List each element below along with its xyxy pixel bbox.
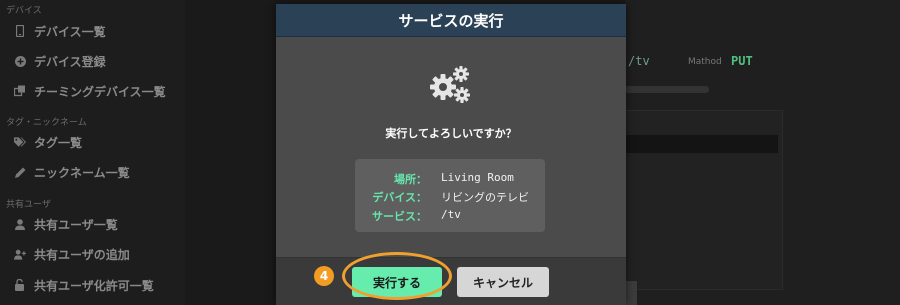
sidebar-item-label: ニックネーム一覧: [34, 165, 130, 180]
info-label: サービス：: [372, 210, 427, 223]
info-value: Living Room: [441, 171, 514, 184]
modal-header: サービスの実行: [276, 4, 626, 37]
cancel-button[interactable]: キャンセル: [457, 267, 549, 297]
gears-icon: [430, 64, 472, 104]
sidebar-item-nickname-list[interactable]: ニックネーム一覧: [14, 161, 130, 183]
sidebar-item-label: デバイス登録: [34, 54, 106, 69]
info-row-device: デバイス： リビングのテレビ: [355, 189, 545, 207]
sidebar-item-label: デバイス一覧: [34, 24, 106, 39]
section-title-shared: 共有ユーザ: [6, 200, 51, 210]
background-service-path: /tv: [628, 54, 650, 68]
copy-icon: [14, 85, 26, 97]
info-label: デバイス：: [372, 191, 427, 204]
sidebar-item-device-register[interactable]: デバイス登録: [14, 50, 106, 72]
user-plus-icon: [14, 248, 26, 260]
sidebar: デバイス デバイス一覧 デバイス登録 チーミングデバイス一覧 タグ・ニックネーム…: [0, 0, 185, 305]
highlight-ring: [342, 252, 452, 300]
section-title-tag: タグ・ニックネーム: [6, 118, 87, 128]
confirm-question: 実行してよろしいですか？: [385, 127, 517, 140]
sidebar-item-label: 共有ユーザ一覧: [34, 217, 118, 232]
info-row-service: サービス： /tv: [355, 208, 545, 226]
mobile-icon: [14, 25, 26, 37]
tags-icon: [14, 136, 26, 148]
sidebar-item-label: 共有ユーザ化許可一覧: [34, 278, 154, 293]
pencil-icon: [14, 166, 26, 178]
background-scrollbar: [625, 86, 709, 93]
sidebar-item-shared-user-list[interactable]: 共有ユーザ一覧: [14, 213, 118, 235]
sidebar-item-tag-list[interactable]: タグ一覧: [14, 131, 82, 153]
background-method: PUT: [731, 54, 753, 68]
user-icon: [14, 218, 26, 230]
section-title-device: デバイス: [6, 6, 42, 16]
sidebar-item-shared-user-add[interactable]: 共有ユーザの追加: [14, 243, 130, 265]
info-value: /tv: [441, 208, 461, 221]
background-method-label: Mathod: [688, 57, 722, 67]
modal-title: サービスの実行: [398, 11, 504, 30]
background-box-row: [625, 135, 778, 153]
sidebar-item-label: チーミングデバイス一覧: [34, 84, 166, 99]
step-number-badge: 4: [314, 266, 334, 286]
info-label: 場所：: [394, 173, 427, 186]
sidebar-item-label: タグ一覧: [34, 135, 83, 150]
unlock-icon: [14, 279, 26, 291]
sidebar-item-teaming-list[interactable]: チーミングデバイス一覧: [14, 80, 166, 102]
info-row-location: 場所： Living Room: [355, 171, 545, 189]
service-info-box: 場所： Living Room デバイス： リビングのテレビ サービス： /tv: [355, 159, 545, 232]
sidebar-item-label: 共有ユーザの追加: [34, 247, 130, 262]
info-value: リビングのテレビ: [441, 191, 529, 204]
sidebar-item-shared-user-permission[interactable]: 共有ユーザ化許可一覧: [14, 274, 154, 296]
plus-circle-icon: [14, 55, 26, 67]
service-execute-modal: サービスの実行 実行してよろしいですか？ 場所： Living Room デバイ…: [276, 4, 626, 305]
background-button-edge: [625, 281, 637, 305]
sidebar-item-device-list[interactable]: デバイス一覧: [14, 20, 106, 42]
